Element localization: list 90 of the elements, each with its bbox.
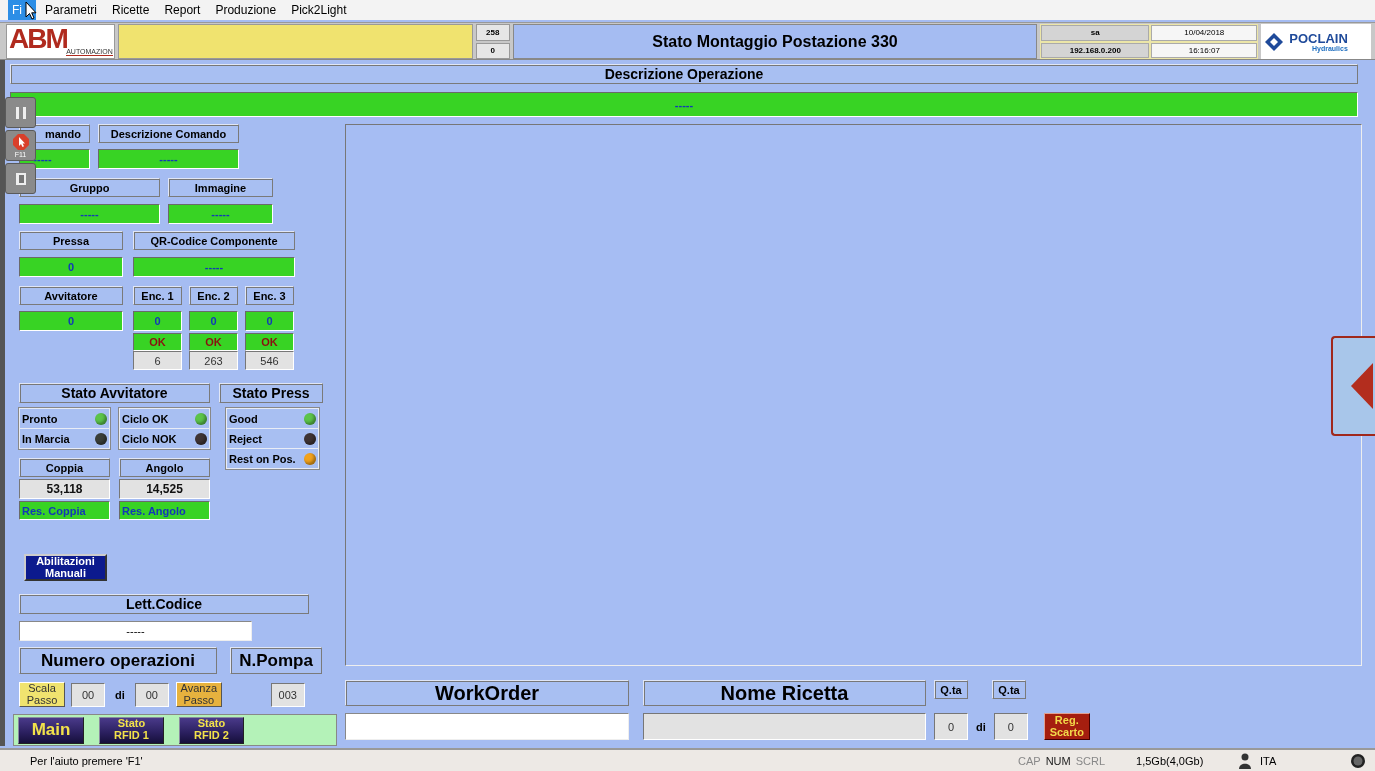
encoder-value: 0: [245, 311, 294, 331]
menu-item[interactable]: Ricette: [106, 0, 156, 20]
encoder-result: OK: [133, 333, 182, 351]
user-icon: [1238, 752, 1253, 769]
press-value: 0: [19, 257, 123, 277]
help-text: Per l'aiuto premere 'F1': [30, 754, 144, 767]
recipe-name-label: Nome Ricetta: [643, 680, 926, 706]
command-description-label: Descrizione Comando: [98, 124, 239, 143]
status-label: Rest on Pos.: [229, 452, 296, 465]
code-reading-field: -----: [19, 621, 252, 641]
nav-button[interactable]: Stato RFID 2: [179, 716, 244, 744]
user-name: sa: [1041, 25, 1150, 41]
command-description-value: -----: [98, 149, 239, 169]
pump-label: N.Pompa: [230, 647, 322, 674]
key-indicator: NUM: [1045, 754, 1071, 767]
status-label: Good: [229, 412, 258, 425]
encoder-count: 263: [189, 351, 238, 370]
torque-value: 53,118: [19, 479, 110, 499]
menu-item[interactable]: Pick2Light: [285, 0, 353, 20]
encoder-result: OK: [245, 333, 294, 351]
angle-value: 14,525: [119, 479, 210, 499]
key-indicator: CAP: [1018, 754, 1041, 767]
screwdriver-value: 0: [19, 311, 123, 331]
operation-label: Descrizione Operazione: [10, 64, 1358, 84]
status-label: Pronto: [22, 412, 58, 425]
status-label: In Marcia: [22, 432, 70, 445]
torque-label: Coppia: [19, 458, 110, 477]
encoder-value: 0: [133, 311, 182, 331]
qr-code-value: -----: [133, 257, 295, 277]
of-text: di: [975, 720, 987, 733]
pause-button[interactable]: [5, 97, 36, 128]
triangle-left-icon: [1349, 361, 1375, 411]
step-back-button[interactable]: Scala Passo: [19, 682, 65, 707]
qr-code-label: QR-Codice Componente: [133, 231, 295, 250]
cursor-stop-icon: [12, 133, 29, 150]
group-value: -----: [19, 204, 160, 224]
of-text: di: [114, 688, 126, 701]
operation-value: -----: [10, 92, 1358, 117]
status-label: Reject: [229, 432, 263, 445]
press-status-title: Stato Press: [219, 383, 323, 403]
torque-result: Res. Coppia: [19, 501, 110, 520]
screwdriver-label: Avvitatore: [19, 286, 123, 305]
manual-enable-button[interactable]: Abilitazioni Manuali: [24, 554, 107, 581]
quantity-label: Q.ta: [934, 680, 968, 699]
screwdriver-status-title: Stato Avvitatore: [19, 383, 210, 403]
key-indicator: SCRL: [1075, 754, 1106, 767]
encoder-count: 6: [133, 351, 182, 370]
angle-label: Angolo: [119, 458, 210, 477]
nav-button[interactable]: Stato RFID 1: [99, 716, 164, 744]
image-label: Immagine: [168, 178, 273, 197]
menu-item[interactable]: Parametri: [39, 0, 103, 20]
nav-button[interactable]: Main: [18, 716, 84, 744]
window-icon: [14, 171, 27, 186]
operations-label: Numero operazioni: [19, 647, 217, 674]
ip-address: 192.168.0.200: [1041, 42, 1150, 58]
step-forward-button[interactable]: Avanza Passo: [175, 682, 222, 707]
menu-item[interactable]: Report: [158, 0, 207, 20]
language-text: ITA: [1260, 754, 1278, 767]
time-text: 16:16:07: [1151, 42, 1258, 58]
encoder-result: OK: [189, 333, 238, 351]
code-reading-label: Lett.Codice: [19, 594, 309, 614]
expand-panel-tab[interactable]: [1331, 336, 1375, 436]
encoder-count: 546: [245, 351, 294, 370]
quantity-done: 0: [934, 713, 968, 740]
pump-number: 003: [270, 682, 305, 707]
indicator-icon: [1350, 752, 1367, 769]
workorder-field[interactable]: [345, 713, 629, 740]
pause-icon: [14, 105, 27, 120]
total-steps: 00: [134, 682, 169, 707]
encoder-label: Enc. 1: [133, 286, 182, 305]
memory-text: 1,5Gb(4,0Gb): [1136, 754, 1205, 767]
window-title: Stato Montaggio Postazione 330: [512, 24, 1038, 59]
counter-value: 258: [475, 24, 510, 41]
quantity-total: 0: [993, 713, 1028, 740]
menu-item[interactable]: Produzione: [209, 0, 283, 20]
encoder-label: Enc. 2: [189, 286, 238, 305]
quantity-label: Q.ta: [992, 680, 1026, 699]
date-text: 10/04/2018: [1151, 25, 1258, 41]
angle-result: Res. Angolo: [119, 501, 210, 520]
counter-value: 0: [475, 42, 510, 59]
workorder-label: WorkOrder: [345, 680, 629, 706]
encoder-value: 0: [189, 311, 238, 331]
status-label: Ciclo OK: [122, 412, 169, 425]
reject-button[interactable]: Reg. Scarto: [1043, 713, 1090, 740]
window-button[interactable]: [5, 163, 36, 194]
image-value: -----: [168, 204, 273, 224]
press-label: Pressa: [19, 231, 123, 250]
current-step: 00: [71, 682, 105, 707]
encoder-label: Enc. 3: [245, 286, 294, 305]
status-label: Ciclo NOK: [122, 432, 177, 445]
